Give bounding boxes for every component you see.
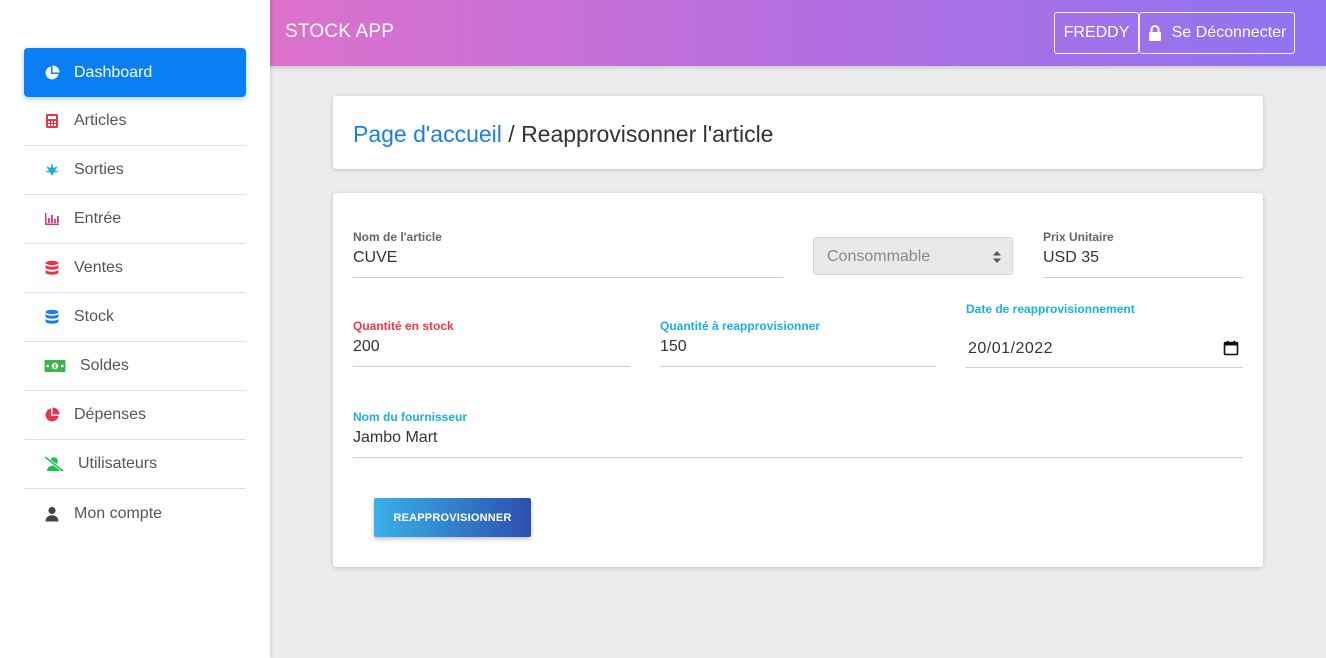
logout-label: Se Déconnecter: [1171, 24, 1287, 41]
sidebar-item-label: Articles: [74, 112, 127, 129]
sidebar-item-label: Dépenses: [74, 406, 147, 423]
bar-chart-icon: [44, 211, 60, 227]
article-name-label: Nom de l'article: [353, 230, 442, 244]
sidebar-nav: Dashboard Articles Sorties Entrée Ventes: [24, 48, 246, 538]
restock-quantity-value: 150: [660, 338, 687, 355]
pie-chart-icon: [44, 65, 60, 81]
sidebar: Dashboard Articles Sorties Entrée Ventes: [0, 0, 270, 658]
calculator-icon: [44, 113, 60, 129]
breadcrumb-current: Reapprovisonner l'article: [521, 121, 774, 147]
breadcrumb-separator: /: [501, 121, 522, 147]
sidebar-item-label: Entrée: [74, 210, 122, 227]
logout-button[interactable]: Se Déconnecter: [1139, 12, 1295, 54]
supplier-name-value: Jambo Mart: [353, 429, 438, 446]
supplier-name-label: Nom du fournisseur: [353, 410, 468, 424]
database-icon: [44, 309, 60, 325]
money-icon: [44, 358, 66, 374]
sidebar-item-ventes[interactable]: Ventes: [24, 244, 246, 293]
user-icon: [44, 506, 60, 522]
category-select-value: Consommable: [827, 248, 931, 265]
sidebar-item-articles[interactable]: Articles: [24, 97, 246, 146]
sidebar-item-depenses[interactable]: Dépenses: [24, 391, 246, 440]
restock-submit-button[interactable]: REAPPROVISIONNER: [374, 498, 531, 537]
sidebar-item-label: Sorties: [74, 161, 124, 178]
restock-date-value: 20/01/2022: [968, 340, 1054, 357]
sidebar-item-sorties[interactable]: Sorties: [24, 146, 246, 195]
unit-price-value: USD 35: [1043, 249, 1100, 266]
leaf-icon: [44, 162, 60, 178]
article-name-field[interactable]: Nom de l'article CUVE: [353, 229, 783, 278]
sidebar-item-label: Dashboard: [74, 63, 153, 81]
sidebar-item-soldes[interactable]: Soldes: [24, 342, 246, 391]
user-button[interactable]: FREDDY: [1054, 12, 1139, 54]
sidebar-item-entree[interactable]: Entrée: [24, 195, 246, 244]
sidebar-item-label: Utilisateurs: [78, 455, 158, 472]
sidebar-item-label: Mon compte: [74, 504, 163, 522]
unit-price-label: Prix Unitaire: [1043, 230, 1114, 244]
user-slash-icon: [44, 456, 64, 472]
restock-date-field[interactable]: Date de reapprovisionnement 20/01/2022: [966, 302, 1243, 368]
sidebar-item-label: Stock: [74, 308, 115, 325]
article-name-value: CUVE: [353, 249, 398, 266]
lock-icon: [1148, 25, 1161, 41]
sidebar-item-label: Soldes: [80, 357, 129, 374]
unit-price-field[interactable]: Prix Unitaire USD 35: [1043, 229, 1243, 278]
stock-quantity-value: 200: [353, 338, 380, 355]
breadcrumb: Page d'accueil / Reapprovisonner l'artic…: [353, 121, 773, 148]
stock-quantity-label: Quantité en stock: [353, 319, 454, 333]
calendar-icon[interactable]: [1223, 340, 1239, 356]
category-select[interactable]: Consommable: [813, 237, 1013, 275]
sidebar-item-stock[interactable]: Stock: [24, 293, 246, 342]
app-title: STOCK APP: [285, 21, 395, 42]
pie-chart-icon: [44, 407, 60, 423]
database-icon: [44, 260, 60, 276]
sidebar-item-label: Ventes: [74, 259, 123, 276]
sidebar-item-dashboard[interactable]: Dashboard: [24, 48, 246, 97]
stock-quantity-field[interactable]: Quantité en stock 200: [353, 318, 630, 367]
top-header: STOCK APP FREDDY Se Déconnecter: [270, 0, 1326, 66]
restock-quantity-field[interactable]: Quantité à reapprovisionner 150: [660, 318, 936, 367]
select-arrows-icon: [993, 251, 1001, 263]
breadcrumb-home-link[interactable]: Page d'accueil: [353, 121, 502, 147]
supplier-name-field[interactable]: Nom du fournisseur Jambo Mart: [353, 409, 1243, 458]
sidebar-item-mon-compte[interactable]: Mon compte: [24, 489, 246, 538]
restock-date-label: Date de reapprovisionnement: [966, 302, 1135, 316]
sidebar-item-utilisateurs[interactable]: Utilisateurs: [24, 440, 246, 489]
breadcrumb-card: Page d'accueil / Reapprovisonner l'artic…: [333, 96, 1263, 169]
restock-quantity-label: Quantité à reapprovisionner: [660, 319, 821, 333]
restock-form-card: Nom de l'article CUVE Consommable Prix U…: [333, 193, 1263, 567]
